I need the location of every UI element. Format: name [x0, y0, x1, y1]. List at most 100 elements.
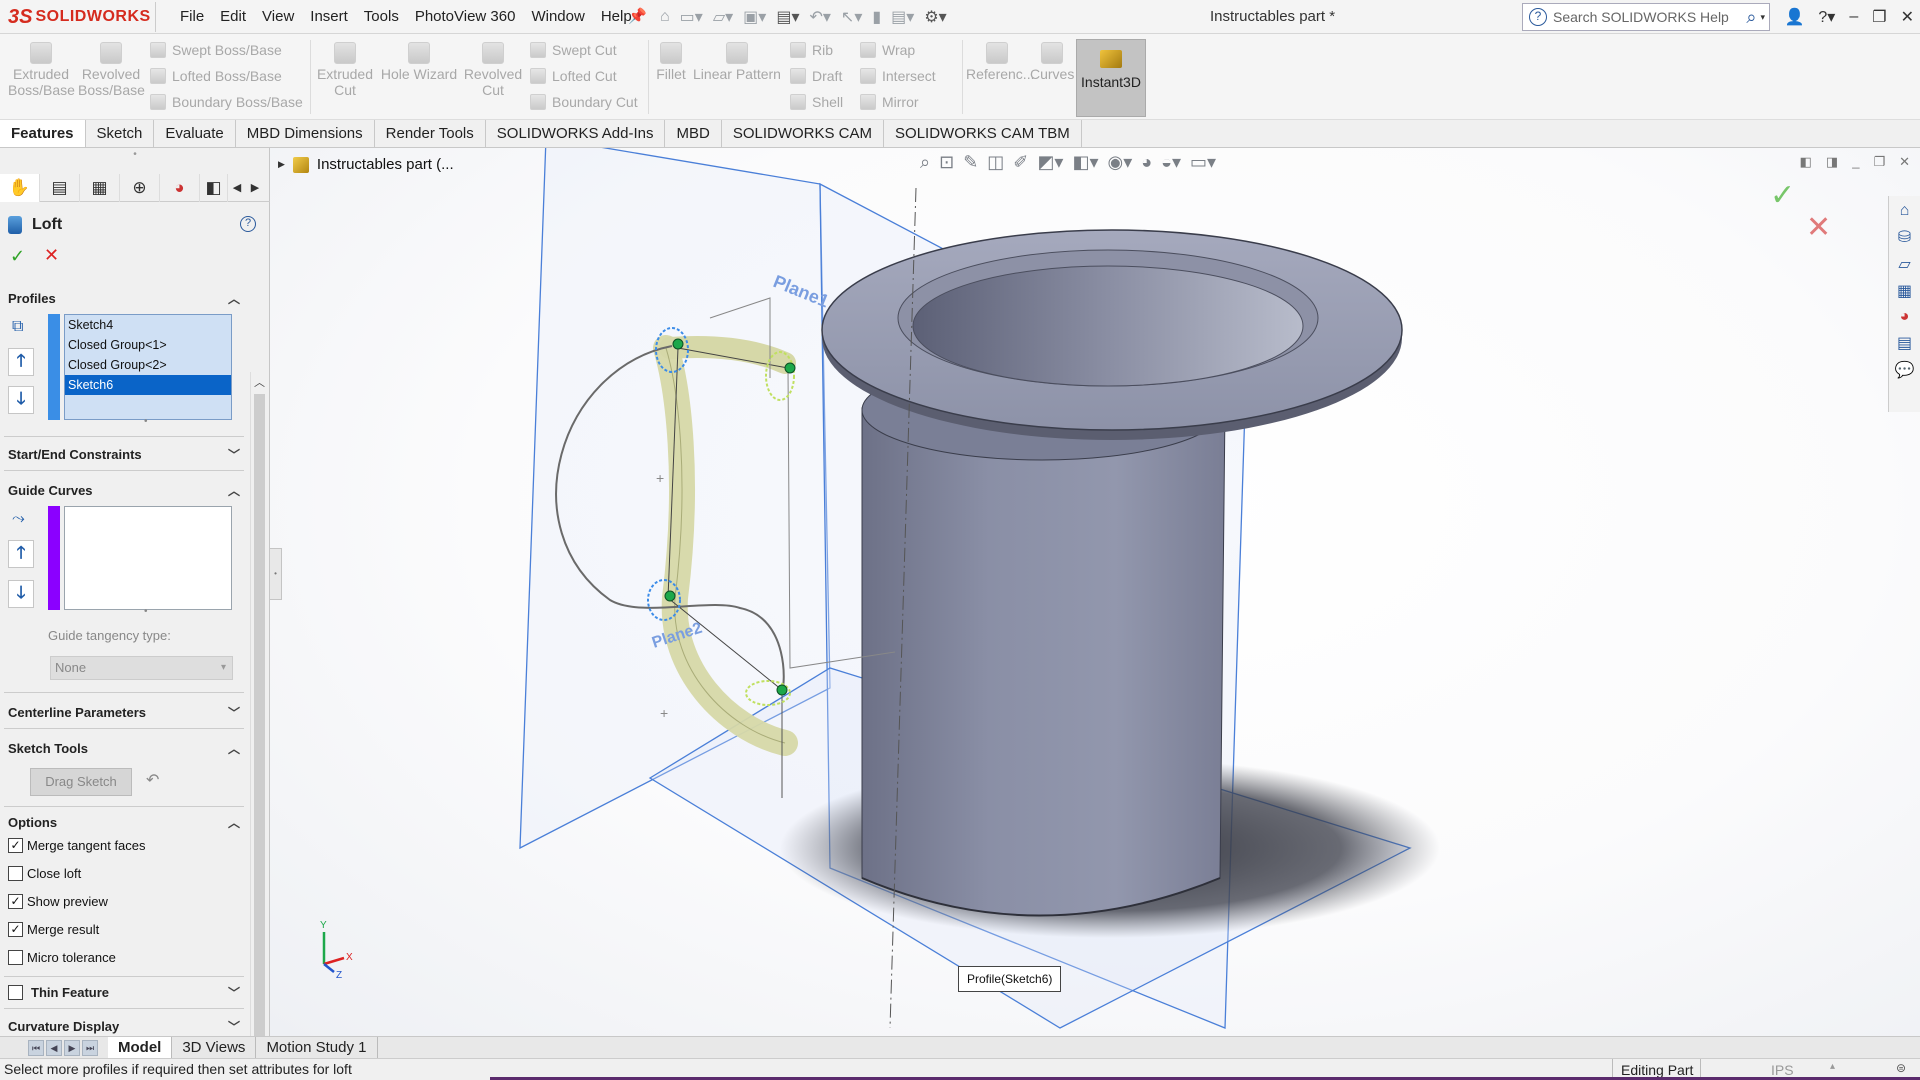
curves-button[interactable]: Curves: [1030, 42, 1074, 82]
boundary-boss-button[interactable]: Boundary Boss/Base: [150, 94, 303, 110]
revolved-boss-button[interactable]: Revolved Boss/Base: [78, 42, 145, 98]
select-icon[interactable]: ↖▾: [841, 7, 862, 27]
connector-point[interactable]: [664, 590, 676, 602]
display-style-icon[interactable]: ◧▾: [1072, 152, 1098, 173]
file-properties-icon[interactable]: ▤▾: [891, 7, 914, 27]
home-icon[interactable]: ⌂: [660, 8, 670, 26]
list-resize-grip[interactable]: •: [144, 416, 148, 427]
menu-file[interactable]: File: [172, 0, 212, 34]
minimize-icon[interactable]: –: [1849, 8, 1858, 26]
edit-appearance-icon[interactable]: ◕: [1141, 152, 1152, 173]
undo-drag-icon[interactable]: ↶: [146, 770, 159, 790]
merge-tangent-checkbox[interactable]: ✓: [8, 838, 23, 853]
previous-view-icon[interactable]: ✎: [963, 152, 978, 173]
scrollbar-thumb[interactable]: [254, 394, 265, 1080]
tab-addins[interactable]: SOLIDWORKS Add-Ins: [486, 120, 666, 147]
panel-grip[interactable]: •: [0, 148, 270, 170]
print-icon[interactable]: ▤▾: [776, 7, 799, 27]
tab-features[interactable]: Features: [0, 120, 86, 147]
list-resize-grip[interactable]: •: [144, 606, 148, 617]
centerline-group-header[interactable]: Centerline Parameters ﹀: [0, 700, 248, 724]
guide-curves-list[interactable]: [64, 506, 232, 610]
move-down-button[interactable]: 🡓: [8, 386, 34, 414]
appearances-icon[interactable]: ◕: [1900, 308, 1910, 326]
boundary-cut-button[interactable]: Boundary Cut: [530, 94, 638, 110]
home-task-icon[interactable]: ⌂: [1900, 202, 1910, 220]
options-group-header[interactable]: Options ︿: [0, 810, 248, 834]
thin-feature-toggle[interactable]: Thin Feature: [8, 984, 109, 1000]
forum-icon[interactable]: 💬: [1895, 360, 1915, 380]
extruded-boss-button[interactable]: Extruded Boss/Base: [8, 42, 75, 98]
tab-mbd[interactable]: MBD: [665, 120, 722, 147]
feature-tree-root[interactable]: ▶ Instructables part (...: [278, 156, 454, 173]
instant3d-button[interactable]: Instant3D: [1076, 39, 1146, 117]
micro-tolerance-option[interactable]: Micro tolerance: [8, 950, 116, 965]
menu-insert[interactable]: Insert: [302, 0, 356, 34]
sketch-tools-group-header[interactable]: Sketch Tools ︿: [0, 736, 248, 760]
tab-motion-study[interactable]: Motion Study 1: [256, 1036, 378, 1059]
apply-scene-icon[interactable]: ◒▾: [1161, 152, 1181, 173]
connector-point[interactable]: [672, 338, 684, 350]
split-left-icon[interactable]: ◧: [1800, 154, 1812, 170]
tab-3d-views[interactable]: 3D Views: [172, 1036, 257, 1059]
help-icon[interactable]: ?▾: [1818, 7, 1835, 27]
thin-feature-group-header[interactable]: Thin Feature ﹀: [0, 980, 248, 1004]
expand-arrow-icon[interactable]: ▶: [278, 159, 285, 170]
cam-manager-icon[interactable]: ◧: [200, 173, 228, 202]
show-preview-option[interactable]: ✓ Show preview: [8, 894, 108, 909]
merge-result-option[interactable]: ✓ Merge result: [8, 922, 99, 937]
reference-geometry-button[interactable]: Referenc...: [966, 42, 1034, 82]
swept-cut-button[interactable]: Swept Cut: [530, 42, 617, 58]
merge-result-checkbox[interactable]: ✓: [8, 922, 23, 937]
profiles-list[interactable]: Sketch4 Closed Group<1> Closed Group<2> …: [64, 314, 232, 420]
display-manager-icon[interactable]: ◕: [160, 173, 200, 202]
search-dropdown-icon[interactable]: ▾: [1760, 12, 1765, 23]
menu-photoview[interactable]: PhotoView 360: [407, 0, 524, 34]
configuration-manager-icon[interactable]: ▦: [80, 173, 120, 202]
list-item[interactable]: Closed Group<1>: [65, 335, 231, 355]
search-input[interactable]: Search SOLIDWORKS Help: [1553, 9, 1746, 25]
linear-pattern-button[interactable]: Linear Pattern: [692, 42, 782, 82]
first-tab-icon[interactable]: ⏮: [28, 1039, 44, 1056]
profiles-group-header[interactable]: Profiles ︿: [0, 286, 248, 310]
design-library-icon[interactable]: ▱: [1898, 254, 1910, 274]
wrap-button[interactable]: Wrap: [860, 42, 915, 58]
last-tab-icon[interactable]: ⏭: [82, 1039, 98, 1056]
next-tab-icon[interactable]: ▶: [64, 1039, 80, 1056]
user-icon[interactable]: 👤: [1784, 7, 1804, 27]
move-up-button[interactable]: 🡑: [8, 348, 34, 376]
hole-wizard-button[interactable]: Hole Wizard: [380, 42, 458, 82]
shell-button[interactable]: Shell: [790, 94, 843, 110]
menu-tools[interactable]: Tools: [356, 0, 407, 34]
mirror-button[interactable]: Mirror: [860, 94, 919, 110]
undo-icon[interactable]: ↶▾: [809, 7, 830, 27]
file-explorer-icon[interactable]: ▦: [1897, 281, 1912, 301]
hide-show-icon[interactable]: ◉▾: [1107, 152, 1132, 173]
list-item-selected[interactable]: Sketch6: [65, 375, 231, 395]
units-dropdown-icon[interactable]: ▴: [1830, 1061, 1835, 1072]
drag-sketch-button[interactable]: Drag Sketch: [30, 768, 132, 796]
pm-scrollbar[interactable]: ︿ ﹀: [250, 372, 268, 1080]
list-item[interactable]: Sketch4: [65, 315, 231, 335]
cancel-x-icon[interactable]: ✕: [44, 245, 59, 266]
swept-boss-button[interactable]: Swept Boss/Base: [150, 42, 282, 58]
view-orientation-icon[interactable]: ◩▾: [1037, 152, 1063, 173]
pin-icon[interactable]: 📌: [628, 7, 647, 25]
draft-button[interactable]: Draft: [790, 68, 842, 84]
tabs-left-arrow-icon[interactable]: ◀: [228, 174, 246, 202]
tab-mbd-dimensions[interactable]: MBD Dimensions: [236, 120, 375, 147]
close-loft-option[interactable]: Close loft: [8, 866, 81, 881]
guide-move-down-button[interactable]: 🡓: [8, 580, 34, 608]
tabs-right-arrow-icon[interactable]: ▶: [246, 174, 264, 202]
menu-view[interactable]: View: [254, 0, 302, 34]
new-document-icon[interactable]: ▭▾: [680, 7, 703, 27]
rebuild-icon[interactable]: ▮: [872, 7, 881, 27]
guide-curves-group-header[interactable]: Guide Curves ︿: [0, 478, 248, 502]
confirm-ok-icon[interactable]: ✓: [1770, 178, 1795, 213]
guide-tangency-select[interactable]: None ▾: [50, 656, 233, 680]
tab-model[interactable]: Model: [108, 1036, 173, 1059]
confirm-cancel-icon[interactable]: ✕: [1806, 210, 1831, 245]
resources-icon[interactable]: ⛁: [1898, 227, 1911, 247]
search-help-box[interactable]: ? Search SOLIDWORKS Help ⌕ ▾: [1522, 3, 1770, 31]
zoom-to-area-icon[interactable]: ⊡: [939, 152, 954, 173]
